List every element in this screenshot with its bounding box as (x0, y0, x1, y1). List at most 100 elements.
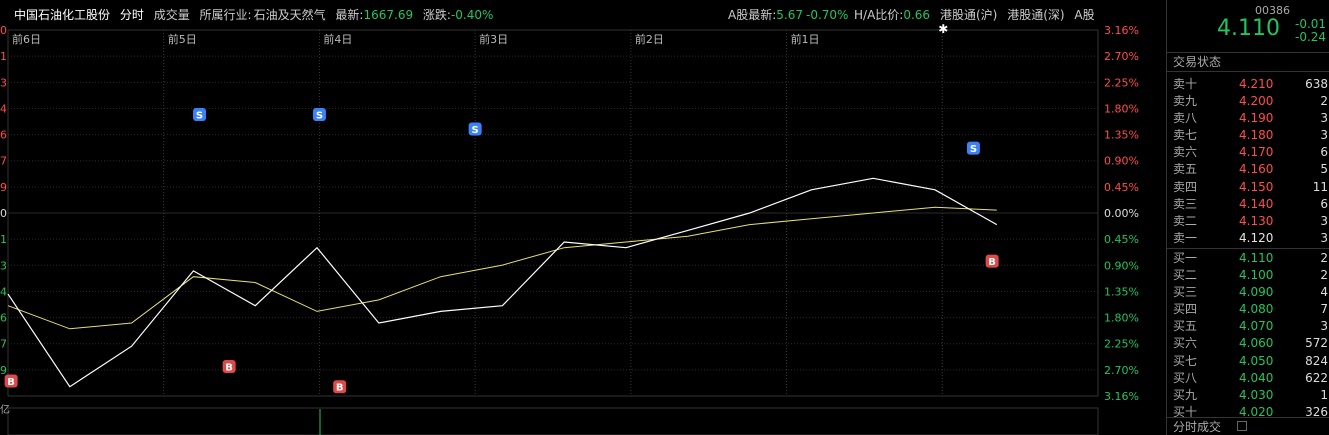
bid-row[interactable]: 买一 4.110 2 (1167, 250, 1329, 267)
price-change: -0.01 (1295, 17, 1327, 31)
level-label: 买一 (1173, 250, 1198, 265)
signal-label: S (472, 125, 479, 136)
level-price: 4.170 (1239, 145, 1274, 160)
level-label: 买九 (1173, 387, 1198, 402)
level-price: 4.080 (1239, 302, 1274, 317)
left-axis-tick-label: 1 (0, 233, 7, 246)
order-book: 卖十 4.210 638 卖九 4.200 2 卖八 4.190 3 卖七 4.180 3 卖六 4.17… (1167, 76, 1329, 421)
level-label: 买二 (1173, 268, 1198, 283)
bid-row[interactable]: 买七 4.050 824 (1167, 353, 1329, 370)
tab-time-sales[interactable]: 分时成交 (1167, 417, 1329, 435)
level-price: 4.210 (1239, 77, 1274, 91)
y-axis-tick-label: 1.35% (1104, 129, 1139, 142)
level-price: 4.140 (1239, 196, 1274, 211)
left-axis-tick-label: 3 (0, 259, 7, 272)
left-axis-tick-label: 7 (0, 155, 7, 168)
level-price: 4.070 (1239, 319, 1274, 334)
intraday-window: 中国石油化工股份 分时 成交量 所属行业: 石油及天然气 最新:1667.69 涨… (0, 0, 1329, 435)
y-axis-tick-label: 2.25% (1104, 76, 1139, 89)
level-label: 卖八 (1173, 111, 1198, 126)
level-price: 4.150 (1239, 179, 1274, 194)
level-price: 4.180 (1239, 128, 1274, 143)
ask-row[interactable]: 卖二 4.130 3 (1167, 213, 1329, 230)
ask-row[interactable]: 卖八 4.190 3 (1167, 110, 1329, 127)
signal-label: S (316, 111, 323, 122)
expand-icon[interactable] (1237, 421, 1247, 431)
level-volume: 11 (1312, 179, 1328, 194)
price-line (7, 177, 998, 388)
level-price: 4.040 (1239, 370, 1274, 385)
bid-row[interactable]: 买二 4.100 2 (1167, 267, 1329, 284)
level-label: 卖十 (1173, 77, 1198, 91)
level-label: 卖七 (1173, 128, 1198, 143)
ask-row[interactable]: 卖四 4.150 11 (1167, 179, 1329, 196)
bid-row[interactable]: 买三 4.090 4 (1167, 284, 1329, 301)
y-axis-tick-label: 2.25% (1104, 338, 1139, 351)
y-axis-tick-label: 0.45% (1104, 181, 1139, 194)
level-price: 4.100 (1239, 268, 1274, 283)
signal-label: S (970, 144, 977, 155)
y-axis-tick-label: 0.00% (1104, 207, 1139, 220)
signal-label: B (336, 383, 344, 394)
level-price: 4.190 (1239, 111, 1274, 126)
bid-row[interactable]: 买四 4.080 7 (1167, 301, 1329, 318)
ask-row[interactable]: 卖六 4.170 6 (1167, 144, 1329, 161)
day-label: 前5日 (168, 32, 197, 46)
level-volume: 3 (1320, 128, 1328, 143)
ask-row[interactable]: 卖九 4.200 2 (1167, 93, 1329, 110)
signal-label: B (7, 377, 15, 388)
today-marker-icon: ✱ (938, 22, 948, 36)
left-axis-tick-label: 6 (0, 129, 7, 142)
level-volume: 2 (1320, 250, 1328, 265)
level-volume: 6 (1320, 196, 1328, 211)
bid-row[interactable]: 买六 4.060 572 (1167, 335, 1329, 352)
day-label: 前1日 (791, 32, 820, 46)
level-volume: 638 (1305, 77, 1328, 91)
level-label: 卖六 (1173, 145, 1198, 160)
level-label: 卖四 (1173, 179, 1198, 194)
y-axis-tick-label: 1.35% (1104, 285, 1139, 298)
level-volume: 2 (1320, 268, 1328, 283)
left-axis-tick-label: 9 (0, 181, 7, 194)
volume-unit-label: 亿 (0, 403, 10, 416)
level-label: 卖五 (1173, 162, 1198, 177)
left-axis-tick-label: 6 (0, 312, 7, 325)
bid-row[interactable]: 买九 4.030 1 (1167, 387, 1329, 404)
left-axis-tick-label: 0 (0, 24, 7, 37)
price-change-pct: -0.24 (1295, 30, 1327, 44)
average-price-line (7, 206, 997, 330)
level-price: 4.200 (1239, 94, 1274, 109)
ask-row[interactable]: 卖三 4.140 6 (1167, 196, 1329, 213)
level-volume: 3 (1320, 111, 1328, 126)
level-volume: 6 (1320, 145, 1328, 160)
level-volume: 1 (1320, 387, 1328, 402)
bid-row[interactable]: 买八 4.040 622 (1167, 370, 1329, 387)
level-label: 买八 (1173, 370, 1198, 385)
ask-row[interactable]: 卖七 4.180 3 (1167, 127, 1329, 144)
bid-row[interactable]: 买五 4.070 3 (1167, 318, 1329, 335)
y-axis-tick-label: 1.80% (1104, 102, 1139, 115)
quote-panel: 00386 4.110 -0.01 -0.24 交易状态 卖十 4.210 638 卖… (1166, 0, 1329, 435)
y-axis-tick-label: 0.45% (1104, 233, 1139, 246)
day-label: 前3日 (479, 32, 508, 46)
level-label: 卖二 (1173, 213, 1198, 228)
level-price: 4.030 (1239, 387, 1274, 402)
level-price: 4.160 (1239, 162, 1274, 177)
trade-state-header[interactable]: 交易状态 (1167, 52, 1329, 72)
level-price: 4.060 (1239, 336, 1274, 351)
ask-row[interactable]: 卖五 4.160 5 (1167, 161, 1329, 178)
intraday-chart[interactable]: 前6日 前5日 前4日 前3日 前2日 前1日 ✱ 3.16% 2.70% 2.25% 1.80% 1… (0, 0, 1166, 435)
left-axis-tick-label: 0 (0, 207, 7, 220)
level-volume: 7 (1320, 302, 1328, 317)
signal-label: B (988, 257, 996, 268)
ask-row[interactable]: 卖十 4.210 638 (1167, 76, 1329, 93)
left-axis-tick-label: 9 (0, 364, 7, 377)
y-axis-tick-label: 3.16% (1104, 390, 1139, 403)
level-label: 买六 (1173, 336, 1198, 351)
ask-row[interactable]: 卖一 4.120 3 (1167, 230, 1329, 247)
level-volume: 824 (1305, 353, 1328, 368)
left-axis-tick-label: 7 (0, 338, 7, 351)
y-axis-tick-label: 0.90% (1104, 259, 1139, 272)
level-label: 卖一 (1173, 230, 1198, 245)
level-label: 卖三 (1173, 196, 1198, 211)
